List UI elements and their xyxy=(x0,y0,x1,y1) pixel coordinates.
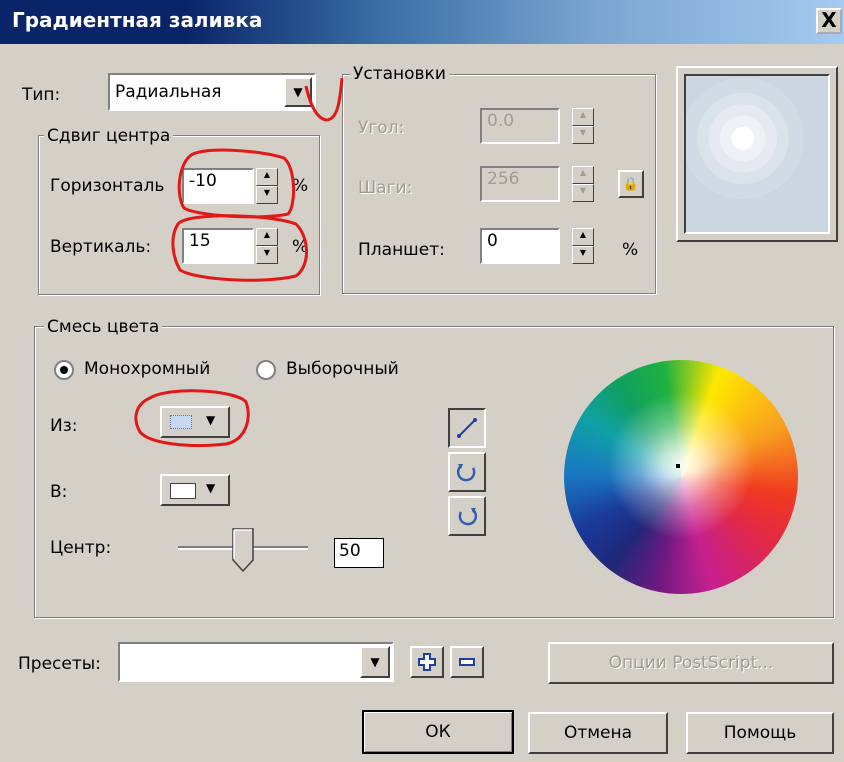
annotation-circle-from xyxy=(134,389,250,447)
annotation-overlay xyxy=(134,77,344,447)
annotation-circle-horizontal xyxy=(177,148,296,219)
annotation-circle-vertical xyxy=(171,214,308,282)
annotation-checkmark xyxy=(304,77,344,122)
